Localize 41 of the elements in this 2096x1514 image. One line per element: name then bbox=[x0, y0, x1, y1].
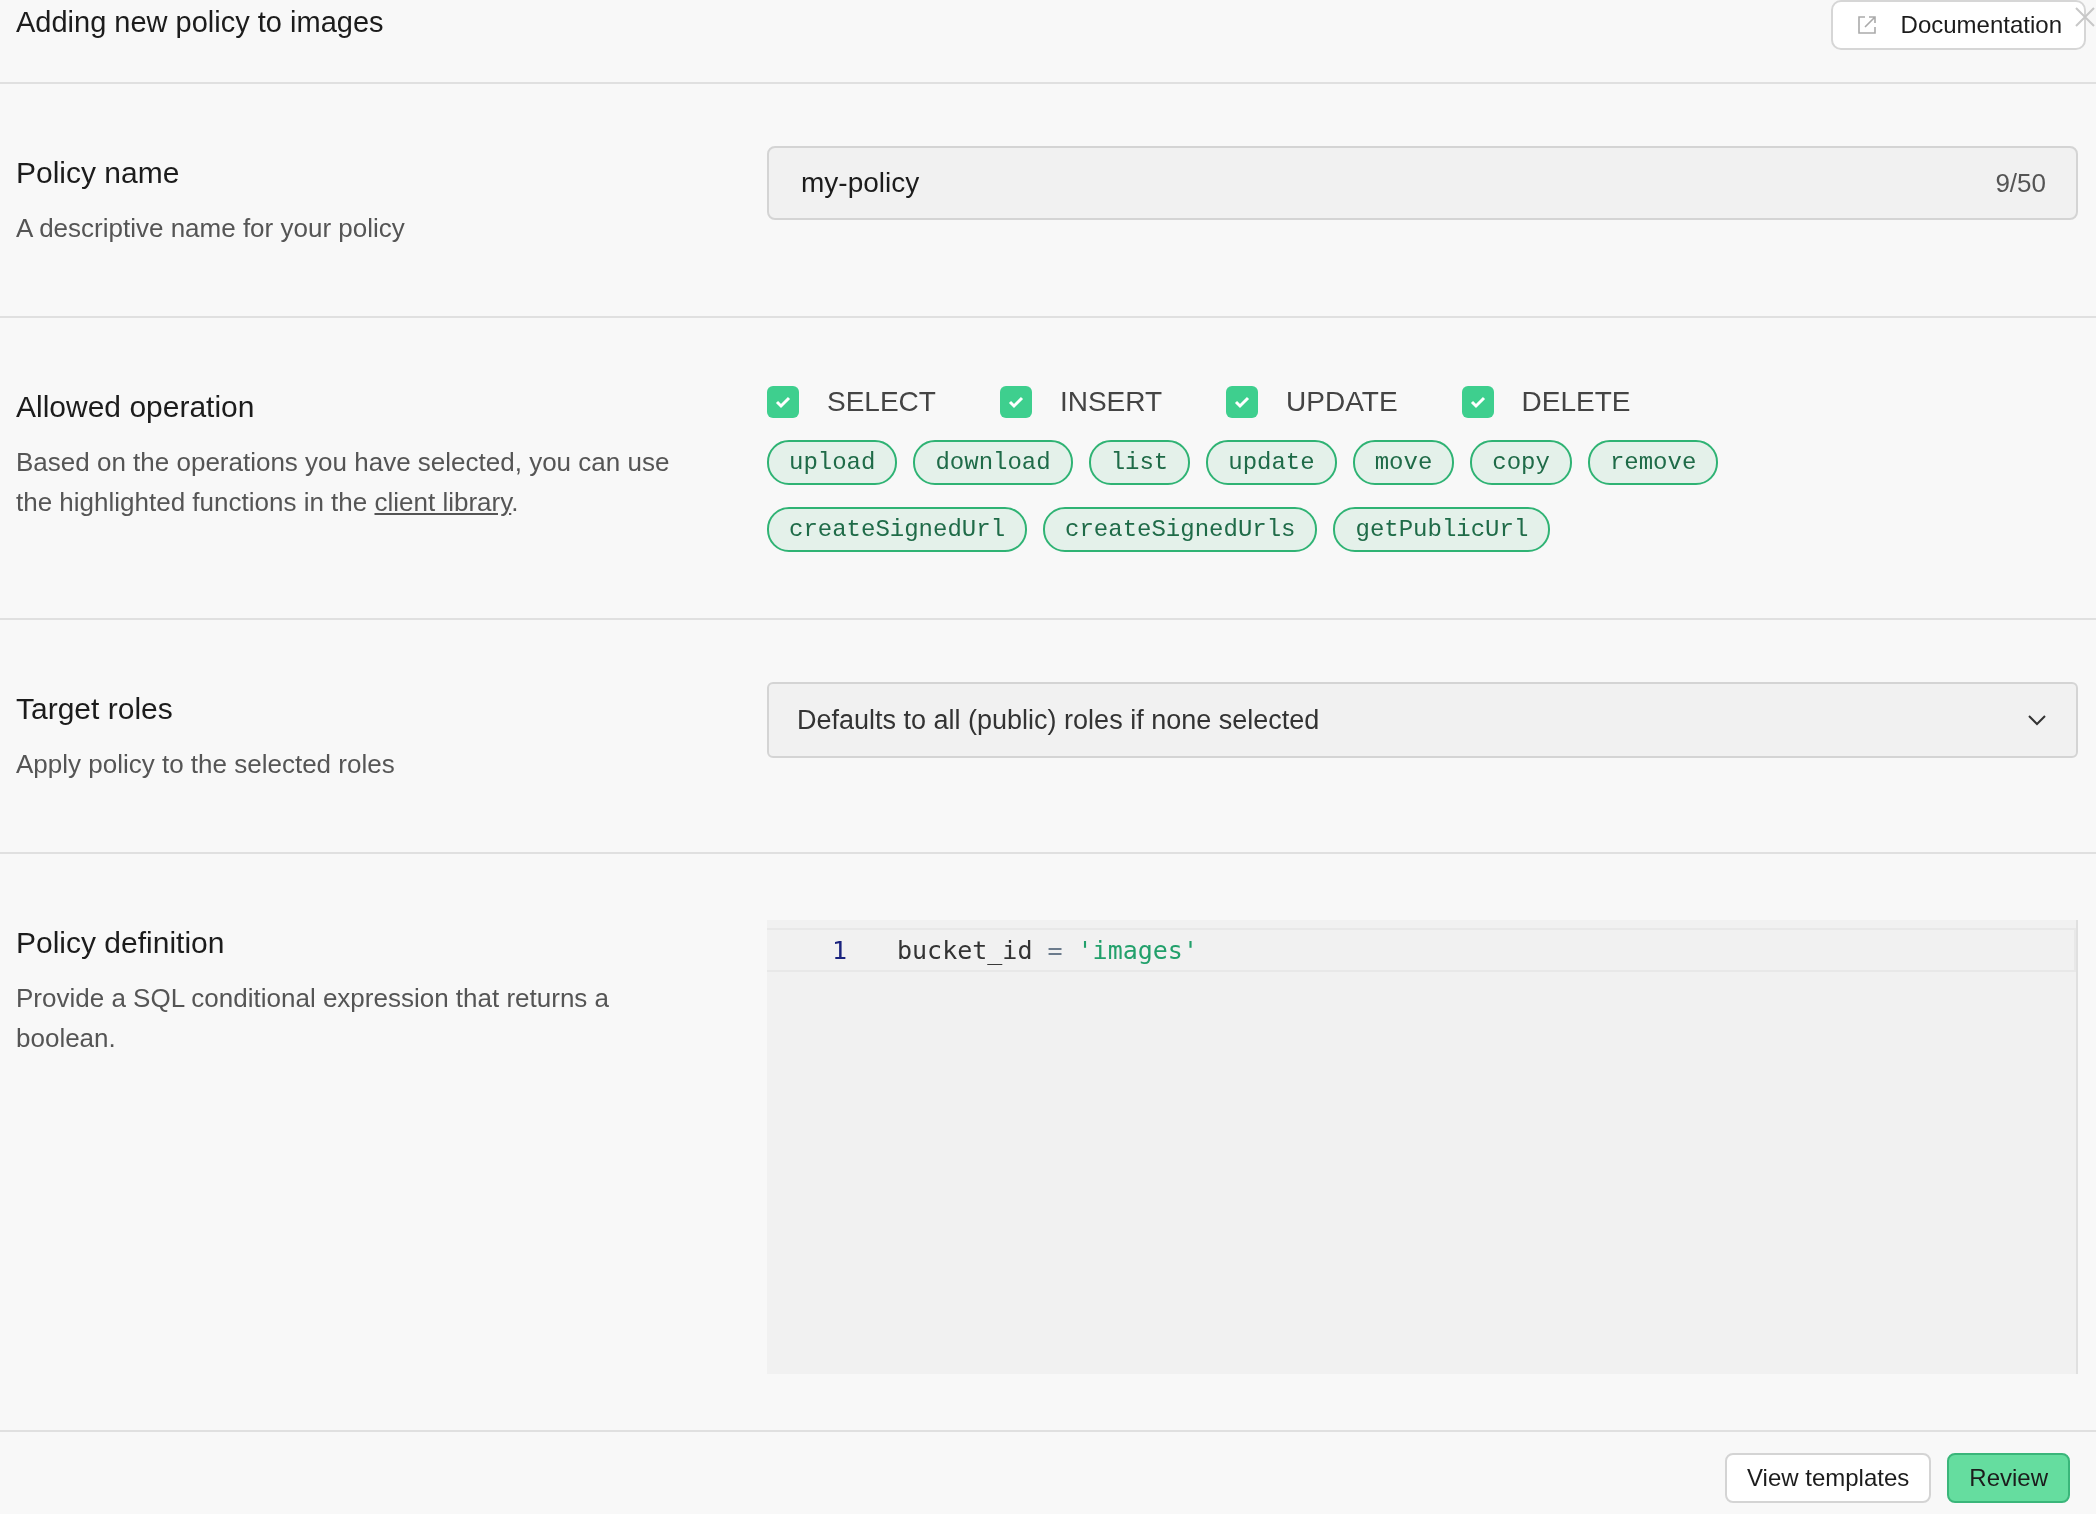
policy-name-field[interactable]: my-policy 9/50 bbox=[767, 146, 2078, 220]
operation-label: DELETE bbox=[1521, 386, 1631, 418]
checkbox[interactable] bbox=[1461, 386, 1494, 418]
close-icon[interactable] bbox=[2074, 6, 2096, 28]
section-description: Provide a SQL conditional expression that returns a boolean. bbox=[16, 982, 611, 1055]
character-counter: 9/50 bbox=[1995, 167, 2046, 199]
line-number: 1 bbox=[830, 935, 847, 965]
operation-label: UPDATE bbox=[1286, 386, 1398, 418]
function-tag: list bbox=[1088, 440, 1191, 485]
checkbox[interactable] bbox=[1226, 386, 1259, 418]
function-tag: getPublicUrl bbox=[1333, 507, 1551, 552]
function-tag: upload bbox=[767, 440, 898, 485]
section-description: A descriptive name for your policy bbox=[16, 212, 406, 245]
section-description: Based on the operations you have selected, you can use the highlighted functions in the client library. bbox=[16, 446, 671, 519]
dialog-title: Adding new policy to images bbox=[16, 6, 384, 39]
chevron-down-icon bbox=[2026, 713, 2048, 727]
function-tag: move bbox=[1352, 440, 1455, 485]
function-tag: createSignedUrls bbox=[1043, 507, 1318, 552]
function-tag: createSignedUrl bbox=[767, 507, 1028, 552]
section-label: Policy name bbox=[16, 156, 181, 190]
section-description: Apply policy to the selected roles bbox=[16, 748, 396, 781]
code-token: = bbox=[1047, 935, 1063, 965]
documentation-button[interactable]: Documentation bbox=[1830, 0, 2086, 50]
function-tag: update bbox=[1206, 440, 1337, 485]
view-templates-button[interactable]: View templates bbox=[1725, 1453, 1932, 1503]
checkbox[interactable] bbox=[767, 386, 799, 418]
operation-label: INSERT bbox=[1059, 386, 1163, 418]
function-tag: remove bbox=[1587, 440, 1719, 485]
code-editor[interactable]: 1 bucket_id = 'images' bbox=[767, 920, 2078, 1374]
roles-select[interactable]: Defaults to all (public) roles if none selected bbox=[767, 682, 2078, 758]
code-token: 'images' bbox=[1077, 935, 1198, 965]
function-tag: download bbox=[913, 440, 1073, 485]
client-library-link[interactable]: client library bbox=[374, 487, 512, 517]
section-label: Policy definition bbox=[16, 926, 226, 960]
operation-label: SELECT bbox=[827, 386, 936, 418]
section-label: Allowed operation bbox=[16, 390, 256, 424]
section-label: Target roles bbox=[16, 692, 174, 726]
review-button[interactable]: Review bbox=[1947, 1453, 2070, 1503]
code-token: bucket_id bbox=[897, 935, 1033, 965]
function-tag: copy bbox=[1470, 440, 1572, 485]
checkbox[interactable] bbox=[999, 386, 1032, 418]
